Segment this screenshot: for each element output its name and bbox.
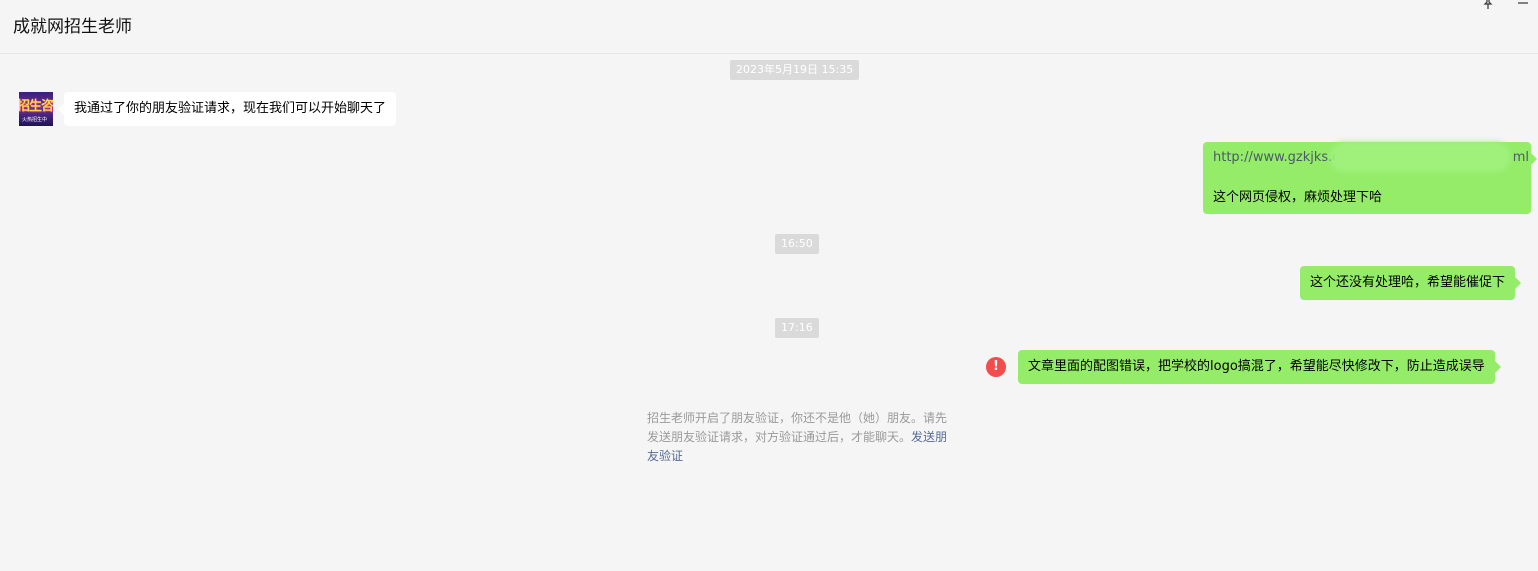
outgoing-message-bubble[interactable]: 这个还没有处理哈，希望能催促下 bbox=[1300, 266, 1522, 300]
outgoing-message-text: 文章里面的配图错误，把学校的logo搞混了，希望能尽快修改下，防止造成误导 bbox=[1028, 359, 1485, 374]
system-notice-text: 招生老师开启了朋友验证，你还不是他（她）朋友。请先发送朋友验证请求，对方验证通过… bbox=[647, 411, 948, 444]
minimize-icon[interactable] bbox=[1517, 0, 1529, 15]
incoming-message-text: 我通过了你的朋友验证请求，现在我们可以开始聊天了 bbox=[74, 101, 387, 116]
avatar-subtitle: 火热招生中 bbox=[22, 117, 48, 123]
avatar-title: 招生咨 bbox=[19, 99, 53, 114]
send-failed-icon[interactable]: ! bbox=[986, 357, 1006, 377]
timestamp: 2023年5月19日 15:35 bbox=[730, 60, 860, 80]
incoming-message-bubble[interactable]: 我通过了你的朋友验证请求，现在我们可以开始聊天了 bbox=[57, 92, 397, 126]
timestamp: 17:16 bbox=[775, 318, 819, 338]
pin-icon[interactable] bbox=[1482, 0, 1494, 15]
timestamp: 16:50 bbox=[775, 234, 819, 254]
outgoing-message-text: 这个网页侵权，麻烦处理下哈 bbox=[1213, 190, 1383, 205]
redaction-blur bbox=[1330, 142, 1510, 172]
chat-title: 成就网招生老师 bbox=[13, 17, 132, 37]
chat-header: 成就网招生老师 bbox=[0, 0, 1538, 54]
outgoing-message-bubble[interactable]: 文章里面的配图错误，把学校的logo搞混了，希望能尽快修改下，防止造成误导 bbox=[1018, 350, 1501, 384]
outgoing-message-text: 这个还没有处理哈，希望能催促下 bbox=[1310, 275, 1506, 290]
system-notice: 招生老师开启了朋友验证，你还不是他（她）朋友。请先发送朋友验证请求，对方验证通过… bbox=[647, 409, 951, 466]
avatar[interactable]: 招生咨 火热招生中 bbox=[19, 92, 53, 126]
